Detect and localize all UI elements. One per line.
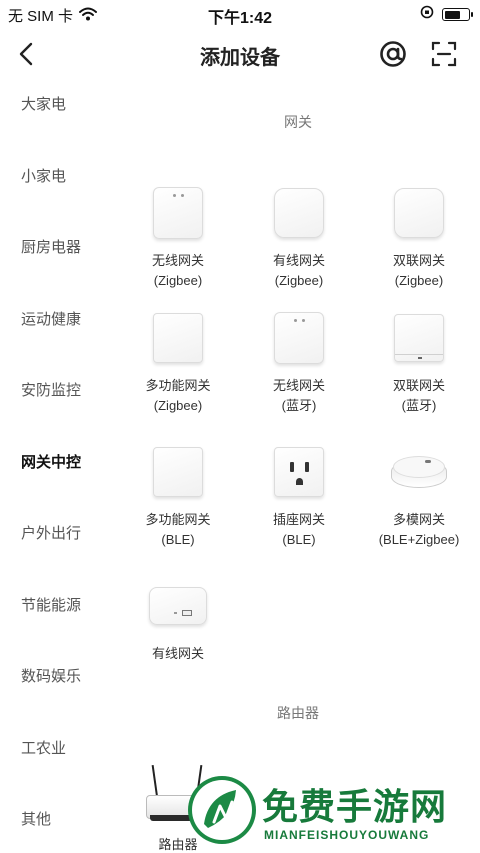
sidebar-item-gateway[interactable]: 网关中控 [21,451,81,472]
sidebar-item-sports-health[interactable]: 运动健康 [21,308,81,329]
device-multifunction-gateway-ble[interactable]: 多功能网关 (BLE) [118,437,238,550]
device-protocol: (蓝牙) [401,398,437,413]
scan-icon [431,41,457,67]
device-wireless-gateway-bluetooth[interactable]: 无线网关 (蓝牙) [239,303,359,416]
device-protocol: (蓝牙) [281,398,317,413]
device-name: 有线网关 [151,646,204,661]
scan-button[interactable] [428,38,460,70]
device-name: 有线网关 [272,253,325,268]
wireless-gateway-icon [143,178,213,248]
device-wired-gateway-zigbee[interactable]: 有线网关 (Zigbee) [239,178,359,291]
socket-gateway-icon [264,437,334,507]
status-time: 下午1:42 [207,10,273,27]
nav-bar: 添加设备 [0,28,480,80]
device-name: 多模网关 [392,512,445,527]
sidebar-item-security[interactable]: 安防监控 [21,379,81,400]
multifunction-gateway-icon [143,437,213,507]
device-protocol: (Zigbee) [394,273,444,288]
multimode-gateway-icon [384,437,454,507]
device-dual-gateway-bluetooth[interactable]: 双联网关 (蓝牙) [359,303,479,416]
device-multifunction-gateway-zigbee[interactable]: 多功能网关 (Zigbee) [118,303,238,416]
watermark-title: 免费手游网 [262,786,448,828]
device-name: 双联网关 [392,253,445,268]
device-socket-gateway-ble[interactable]: 插座网关 (BLE) [239,437,359,550]
wired-gateway-icon [264,178,334,248]
device-wireless-gateway-zigbee[interactable]: 无线网关 (Zigbee) [118,178,238,291]
status-right [420,5,473,24]
section-title-gateway: 网关 [284,114,312,130]
at-icon [380,41,406,67]
device-name: 无线网关 [151,253,204,268]
battery-icon [442,8,473,21]
status-bar: 无 SIM 卡 下午1:42 [0,0,480,28]
device-protocol: (BLE+Zigbee) [378,532,460,547]
watermark-logo [188,776,256,844]
device-multimode-gateway[interactable]: 多模网关 (BLE+Zigbee) [359,437,479,550]
sidebar-item-industry[interactable]: 工农业 [21,737,66,758]
category-sidebar: 大家电 小家电 厨房电器 运动健康 安防监控 网关中控 户外出行 节能能源 数码… [0,80,110,853]
sidebar-item-digital[interactable]: 数码娱乐 [21,665,81,686]
sidebar-item-small-appliances[interactable]: 小家电 [21,165,66,186]
device-protocol: (Zigbee) [153,273,203,288]
battery-level [444,10,460,19]
watermark-subtitle: MIANFEISHOUYOUWANG [264,828,430,842]
dual-gateway-icon [384,178,454,248]
watermark: 免费手游网 MIANFEISHOUYOUWANG [180,770,480,850]
sidebar-item-kitchen[interactable]: 厨房电器 [21,236,81,257]
wireless-gateway-icon [264,303,334,373]
section-title-router: 路由器 [277,705,319,721]
sidebar-item-energy[interactable]: 节能能源 [21,594,81,615]
sidebar-item-outdoor[interactable]: 户外出行 [21,522,81,543]
sidebar-item-other[interactable]: 其他 [21,808,51,829]
device-dual-gateway-zigbee[interactable]: 双联网关 (Zigbee) [359,178,479,291]
wired-gateway-icon [143,571,213,641]
orientation-lock-icon [420,5,434,24]
device-protocol: (BLE) [161,532,195,547]
device-name: 无线网关 [272,378,325,393]
dual-gateway-icon [384,303,454,373]
device-protocol: (BLE) [282,532,316,547]
sidebar-item-large-appliances[interactable]: 大家电 [21,93,66,114]
device-protocol: (Zigbee) [153,398,203,413]
device-name: 多功能网关 [145,378,211,393]
device-name: 多功能网关 [145,512,211,527]
device-name: 双联网关 [392,378,445,393]
device-wired-gateway[interactable]: 有线网关 [118,571,238,664]
device-name: 插座网关 [272,512,325,527]
at-button[interactable] [377,38,409,70]
multifunction-gateway-icon [143,303,213,373]
device-protocol: (Zigbee) [274,273,324,288]
